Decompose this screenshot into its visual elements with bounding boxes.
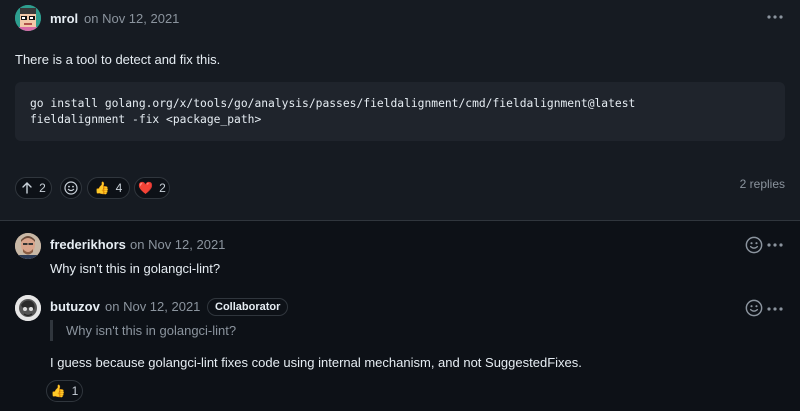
reply-body: Why isn't this in golangci-lint? — [50, 261, 221, 276]
reaction-count: 2 — [159, 181, 166, 195]
avatar-image — [15, 5, 41, 31]
add-reaction-button[interactable] — [60, 177, 82, 199]
kebab-horizontal-icon — [767, 243, 783, 247]
heart-icon: ❤️ — [138, 181, 154, 195]
smiley-icon[interactable] — [745, 236, 763, 254]
avatar[interactable] — [15, 233, 41, 259]
blockquote: Why isn't this in golangci-lint? — [50, 320, 236, 341]
code-block: go install golang.org/x/tools/go/analysi… — [15, 82, 785, 141]
comment-options-button[interactable] — [765, 9, 785, 25]
comment-date[interactable]: on Nov 12, 2021 — [84, 11, 179, 26]
comment-card: mrol on Nov 12, 2021 There is a tool to … — [0, 0, 800, 220]
reaction-count: 4 — [115, 181, 123, 195]
reply-author[interactable]: butuzov — [50, 299, 100, 314]
comment-body: There is a tool to detect and fix this. — [15, 52, 221, 67]
thumbs-up-reaction[interactable]: 👍 4 — [87, 177, 130, 199]
reply-date[interactable]: on Nov 12, 2021 — [105, 299, 200, 314]
reply-author[interactable]: frederikhors — [50, 237, 126, 252]
avatar[interactable] — [15, 5, 41, 31]
avatar-image — [15, 233, 41, 259]
reply-date[interactable]: on Nov 12, 2021 — [130, 237, 225, 252]
code-line: fieldalignment -fix <package_path> — [30, 113, 262, 126]
kebab-horizontal-icon — [767, 15, 783, 19]
comment-author[interactable]: mrol — [50, 11, 78, 26]
reply-options-button[interactable] — [765, 301, 785, 317]
avatar-image — [15, 295, 41, 321]
code-line: go install golang.org/x/tools/go/analysi… — [30, 97, 636, 110]
reaction-count: 1 — [71, 384, 79, 398]
avatar[interactable] — [15, 295, 41, 321]
quote-text: Why isn't this in golangci-lint? — [66, 323, 237, 338]
thumbs-up-icon: 👍 — [50, 384, 66, 398]
heart-reaction[interactable]: ❤️ 2 — [134, 177, 170, 199]
replies-count[interactable]: 2 replies — [740, 177, 785, 191]
thumbs-up-icon: 👍 — [94, 181, 110, 195]
smiley-icon — [64, 181, 78, 195]
reply-body: I guess because golangci-lint fixes code… — [50, 355, 582, 370]
smiley-icon[interactable] — [745, 299, 763, 317]
arrow-up-icon — [22, 182, 32, 194]
collaborator-badge: Collaborator — [207, 298, 289, 316]
reply-options-button[interactable] — [765, 237, 785, 253]
thumbs-up-reaction[interactable]: 👍 1 — [46, 380, 83, 402]
upvote-button[interactable]: 2 — [15, 177, 52, 199]
kebab-horizontal-icon — [767, 307, 783, 311]
upvote-count: 2 — [39, 181, 46, 195]
